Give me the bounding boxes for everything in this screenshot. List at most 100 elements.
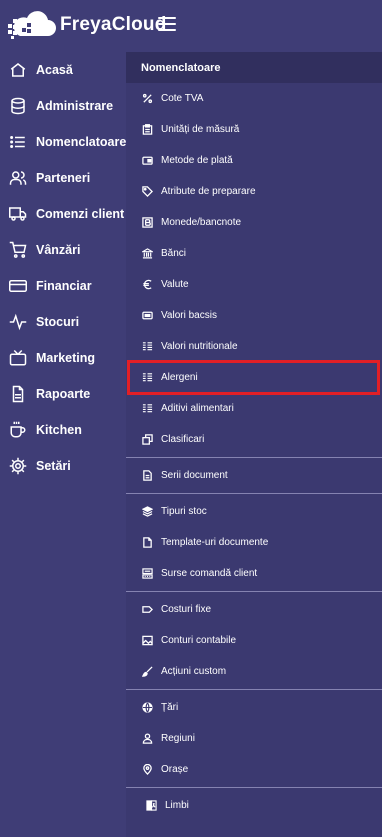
activity-icon: [9, 313, 27, 331]
nav-item-comenzi-client[interactable]: Comenzi client: [0, 196, 126, 232]
lines-icon: [142, 341, 153, 352]
submenu-divider: [126, 689, 382, 690]
nav-item-label: Financiar: [36, 279, 92, 293]
submenu-item-label: Conturi contabile: [161, 635, 237, 646]
submenu-item-label: Clasificari: [161, 434, 205, 445]
submenu-item-limbi[interactable]: Limbi: [126, 790, 382, 821]
wallet-icon: [142, 155, 153, 166]
submenu-item-aditivi-alimentari[interactable]: Aditivi alimentari: [126, 393, 382, 424]
submenu-title: Nomenclatoare: [126, 52, 382, 83]
nav-item-label: Comenzi client: [36, 207, 125, 221]
submenu-item-label: Tipuri stoc: [161, 506, 207, 517]
submenu-item-conturi-contabile[interactable]: Conturi contabile: [126, 625, 382, 656]
coffee-icon: [9, 421, 27, 439]
nav-item-nomenclatoare[interactable]: Nomenclatoare: [0, 124, 126, 160]
nav-item-marketing[interactable]: Marketing: [0, 340, 126, 376]
submenu-item-label: Aditivi alimentari: [161, 403, 234, 414]
nav-item-label: Stocuri: [36, 315, 80, 329]
submenu-item-valute[interactable]: Valute: [126, 269, 382, 300]
submenu-item-label: Cote TVA: [161, 93, 204, 104]
list-icon: [9, 133, 27, 151]
nav-item-label: Setări: [36, 459, 71, 473]
truck-icon: [9, 205, 27, 223]
submenu-item-unitati-masura[interactable]: Unități de măsură: [126, 114, 382, 145]
submenu-item-valori-bacsis[interactable]: Valori bacsis: [126, 300, 382, 331]
submenu-item-orase[interactable]: Orașe: [126, 754, 382, 785]
file-text-icon: [9, 385, 27, 403]
lines-icon: [142, 372, 153, 383]
register-icon: [142, 568, 153, 579]
credit-card-icon: [9, 277, 27, 295]
submenu-item-label: Valori bacsis: [161, 310, 217, 321]
submenu-item-label: Surse comandă client: [161, 568, 258, 579]
brand-logo[interactable]: FreyaCloud: [8, 10, 167, 40]
brush-icon: [142, 666, 153, 677]
label-icon: [142, 604, 153, 615]
nav-item-stocuri[interactable]: Stocuri: [0, 304, 126, 340]
clipboard-icon: [142, 124, 153, 135]
nav-item-rapoarte[interactable]: Rapoarte: [0, 376, 126, 412]
submenu-item-template-uri-documente[interactable]: Template-uri documente: [126, 527, 382, 558]
submenu-item-label: Monede/bancnote: [161, 217, 242, 228]
submenu-item-regiuni[interactable]: Regiuni: [126, 723, 382, 754]
nav-item-setari[interactable]: Setări: [0, 448, 126, 484]
submenu-item-monede-bancnote[interactable]: Monede/bancnote: [126, 207, 382, 238]
location-icon: [142, 764, 153, 775]
submenu-item-serii-document[interactable]: Serii document: [126, 460, 382, 491]
nav-item-label: Parteneri: [36, 171, 91, 185]
submenu-item-label: Acțiuni custom: [161, 666, 227, 677]
nav-item-financiar[interactable]: Financiar: [0, 268, 126, 304]
submenu-item-label: Template-uri documente: [161, 537, 269, 548]
nav-item-vanzari[interactable]: Vânzări: [0, 232, 126, 268]
nav-item-administrare[interactable]: Administrare: [0, 88, 126, 124]
document-icon: [142, 470, 153, 481]
currency-icon: [142, 217, 153, 228]
main-navigation: Acasă Administrare Nomenclatoare Partene…: [0, 52, 126, 484]
submenu-item-label: Unități de măsură: [161, 124, 240, 135]
submenu-item-label: Alergeni: [161, 372, 198, 383]
nav-item-label: Administrare: [36, 99, 114, 113]
nav-item-acasa[interactable]: Acasă: [0, 52, 126, 88]
nav-item-label: Rapoarte: [36, 387, 91, 401]
submenu-item-label: Serii document: [161, 470, 228, 481]
submenu-item-label: Limbi: [165, 800, 189, 811]
submenu-divider: [126, 787, 382, 788]
submenu-item-valori-nutritionale[interactable]: Valori nutritionale: [126, 331, 382, 362]
submenu-item-tari[interactable]: Țări: [126, 692, 382, 723]
settings-icon: [9, 457, 27, 475]
nav-item-parteneri[interactable]: Parteneri: [0, 160, 126, 196]
submenu-divider: [126, 591, 382, 592]
language-icon: [146, 800, 157, 811]
cart-icon: [9, 241, 27, 259]
submenu-divider: [126, 457, 382, 458]
nav-item-label: Marketing: [36, 351, 96, 365]
nav-item-kitchen[interactable]: Kitchen: [0, 412, 126, 448]
nomenclatoare-submenu: Nomenclatoare Cote TVA Unități de măsură…: [126, 52, 382, 837]
home-icon: [9, 61, 27, 79]
bank-icon: [142, 248, 153, 259]
percent-icon: [142, 93, 153, 104]
submenu-item-label: Metode de plată: [161, 155, 233, 166]
submenu-item-label: Costuri fixe: [161, 604, 212, 615]
submenu-item-clasificari[interactable]: Clasificari: [126, 424, 382, 455]
submenu-item-costuri-fixe[interactable]: Costuri fixe: [126, 594, 382, 625]
submenu-item-banci[interactable]: Bănci: [126, 238, 382, 269]
person-icon: [142, 733, 153, 744]
submenu-item-surse-comanda-client[interactable]: Surse comandă client: [126, 558, 382, 589]
top-bar: FreyaCloud: [0, 0, 382, 52]
submenu-item-alergeni[interactable]: Alergeni: [126, 362, 382, 393]
submenu-item-atribute-preparare[interactable]: Atribute de preparare: [126, 176, 382, 207]
submenu-item-label: Orașe: [161, 764, 189, 775]
submenu-item-label: Țări: [161, 702, 179, 713]
brand-name: FreyaCloud: [60, 14, 167, 35]
users-icon: [9, 169, 27, 187]
submenu-item-tipuri-stoc[interactable]: Tipuri stoc: [126, 496, 382, 527]
globe-icon: [142, 702, 153, 713]
nav-item-label: Acasă: [36, 63, 73, 77]
submenu-item-actiuni-custom[interactable]: Acțiuni custom: [126, 656, 382, 687]
nav-item-label: Nomenclatoare: [36, 135, 127, 149]
submenu-item-metode-plata[interactable]: Metode de plată: [126, 145, 382, 176]
submenu-item-label: Valori nutritionale: [161, 341, 238, 352]
hamburger-menu-icon[interactable]: [158, 17, 176, 32]
submenu-item-cote-tva[interactable]: Cote TVA: [126, 83, 382, 114]
